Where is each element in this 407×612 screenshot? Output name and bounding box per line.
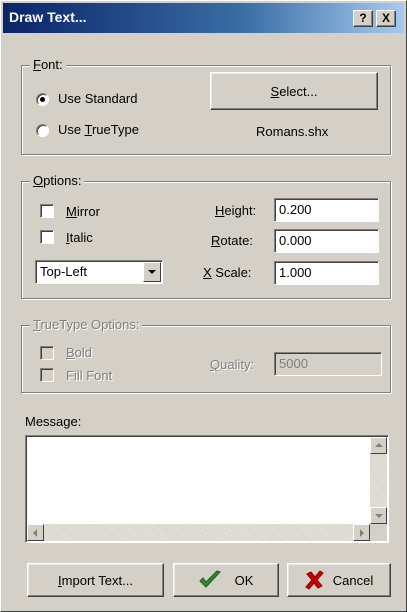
font-file-name: Romans.shx [256,124,329,139]
horizontal-scrollbar[interactable] [27,524,370,541]
fill-font-label[interactable]: Fill Font [66,368,112,384]
arrow-right-icon [360,529,364,537]
title-bar[interactable]: Draw Text... ? X [3,3,404,33]
import-text-label: Import Text... [58,572,133,588]
help-button[interactable]: ? [353,10,373,27]
select-font-button[interactable]: Select... [210,72,378,110]
cancel-x-icon [305,570,324,590]
use-standard-label[interactable]: Use Standard [58,91,138,107]
window-title: Draw Text... [9,9,87,25]
mirror-label[interactable]: Mirror [66,204,100,220]
cancel-label: Cancel [332,572,374,588]
font-legend: Font: [30,57,66,73]
message-textarea[interactable] [25,435,389,543]
draw-text-dialog: Draw Text... ? X Font: Use Standard Use … [0,0,407,612]
ok-label: OK [234,572,254,588]
height-label: Height: [215,203,257,218]
ok-button[interactable]: OK [173,563,279,597]
scroll-right-button[interactable] [353,524,370,541]
rotate-label: Rotate: [211,233,253,248]
arrow-down-icon [375,514,383,518]
truetype-options-group: TrueType Options: Bold Fill Font Quality… [21,317,391,393]
use-truetype-label[interactable]: Use TrueType [58,122,139,138]
use-truetype-radio[interactable] [36,124,49,137]
scroll-down-button[interactable] [370,507,387,524]
options-group: Options: Mirror Italic Top-Left Height: … [21,173,391,299]
checkmark-icon [198,570,221,588]
select-font-button-label: Select... [270,83,318,99]
options-legend: Options: [30,173,85,189]
bold-label[interactable]: Bold [66,345,92,361]
font-legend-text: ont: [40,57,63,72]
mirror-checkbox[interactable] [40,204,54,218]
arrow-up-icon [375,443,383,447]
font-group: Font: Use Standard Use TrueType Select..… [21,57,391,155]
use-standard-radio[interactable] [36,93,49,106]
quality-input[interactable]: 5000 [274,352,382,376]
alignment-value: Top-Left [40,264,87,279]
close-button[interactable]: X [376,10,396,27]
arrow-left-icon [33,529,37,537]
xscale-label: X Scale: [203,265,252,280]
scroll-corner [370,524,387,541]
height-input[interactable]: 0.200 [274,198,379,222]
vertical-scrollbar[interactable] [370,437,387,524]
scroll-left-button[interactable] [27,524,44,541]
chevron-down-icon [148,270,156,274]
truetype-options-legend: TrueType Options: [30,317,143,333]
import-text-button[interactable]: Import Text... [27,563,164,597]
alignment-select[interactable]: Top-Left [35,260,163,284]
italic-label[interactable]: Italic [66,230,93,246]
alignment-dropdown-button[interactable] [143,262,161,282]
rotate-input[interactable]: 0.000 [274,229,379,253]
quality-label: Quality: [210,357,255,372]
message-label: Message: [25,414,82,429]
italic-checkbox[interactable] [40,230,54,244]
cancel-button[interactable]: Cancel [287,563,391,597]
bold-checkbox[interactable] [40,346,54,360]
xscale-input[interactable]: 1.000 [274,261,379,285]
fill-font-checkbox[interactable] [40,368,54,382]
scroll-up-button[interactable] [370,437,387,454]
